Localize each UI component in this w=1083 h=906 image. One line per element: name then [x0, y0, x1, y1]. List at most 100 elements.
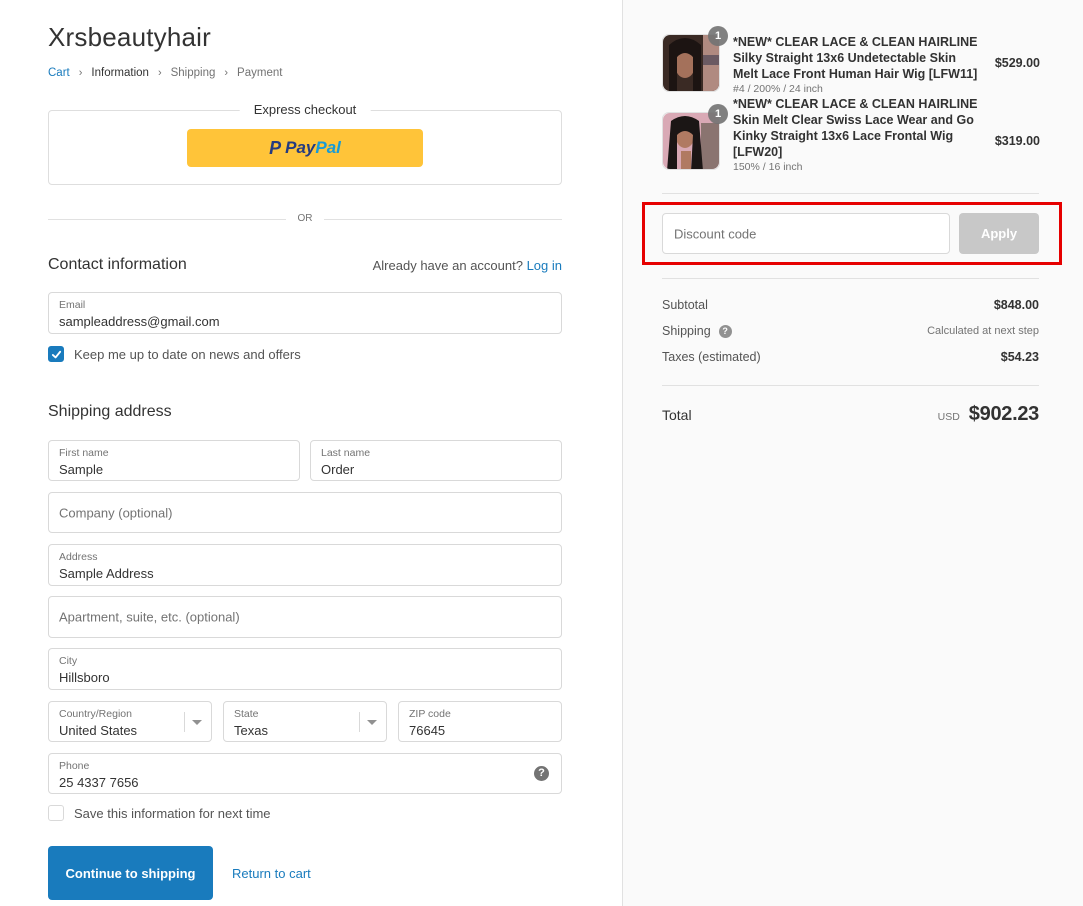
- login-link[interactable]: Log in: [527, 258, 562, 273]
- product-name: *NEW* CLEAR LACE & CLEAN HAIRLINE Silky …: [733, 34, 978, 96]
- product-thumbnail: 1: [662, 26, 728, 92]
- email-label: Email: [59, 299, 86, 311]
- phone-value[interactable]: 25 4337 7656: [59, 775, 139, 790]
- state-select[interactable]: State Texas: [223, 701, 387, 742]
- country-select[interactable]: Country/Region United States: [48, 701, 212, 742]
- return-to-cart-link[interactable]: Return to cart: [232, 866, 311, 881]
- email-value[interactable]: sampleaddress@gmail.com: [59, 314, 220, 329]
- continue-to-shipping-button[interactable]: Continue to shipping: [48, 846, 213, 900]
- address-label: Address: [59, 551, 98, 563]
- phone-field[interactable]: Phone 25 4337 7656 ?: [48, 753, 562, 794]
- divider: [662, 385, 1039, 386]
- state-value[interactable]: Texas: [234, 723, 268, 738]
- country-label: Country/Region: [59, 708, 132, 720]
- discount-code-placeholder: Discount code: [674, 226, 757, 241]
- product-title: *NEW* CLEAR LACE & CLEAN HAIRLINE Skin M…: [733, 97, 978, 159]
- last-name-value[interactable]: Order: [321, 462, 354, 477]
- product-variant: #4 / 200% / 24 inch: [733, 83, 823, 95]
- address-field[interactable]: Address Sample Address: [48, 544, 562, 586]
- first-name-value[interactable]: Sample: [59, 462, 103, 477]
- breadcrumb-information: Information: [91, 67, 149, 79]
- shipping-label: Shipping: [662, 324, 711, 338]
- save-info-checkbox[interactable]: [48, 805, 64, 821]
- paypal-button[interactable]: P PayPal: [187, 129, 423, 167]
- apartment-placeholder: Apartment, suite, etc. (optional): [59, 609, 240, 625]
- paypal-text-pal: Pal: [315, 138, 341, 157]
- product-name: *NEW* CLEAR LACE & CLEAN HAIRLINE Skin M…: [733, 96, 978, 174]
- product-thumbnail: 1: [662, 104, 728, 170]
- shop-name[interactable]: Xrsbeautyhair: [48, 22, 211, 53]
- breadcrumb-payment: Payment: [237, 67, 283, 79]
- discount-code-input[interactable]: Discount code: [662, 213, 950, 254]
- divider: [662, 193, 1039, 194]
- taxes-value: $54.23: [1000, 350, 1039, 364]
- phone-label: Phone: [59, 760, 90, 772]
- chevron-down-icon[interactable]: [192, 720, 202, 725]
- address-value[interactable]: Sample Address: [59, 566, 154, 581]
- city-label: City: [59, 655, 78, 667]
- product-title: *NEW* CLEAR LACE & CLEAN HAIRLINE Silky …: [733, 35, 978, 81]
- zip-label: ZIP code: [409, 708, 451, 720]
- company-placeholder: Company (optional): [59, 505, 173, 520]
- account-prompt-text: Already have an account?: [372, 258, 523, 273]
- last-name-field[interactable]: Last name Order: [310, 440, 562, 481]
- express-checkout: Express checkout P PayPal: [48, 102, 562, 185]
- line-item: 1 *NEW* CLEAR LACE & CLEAN HAIRLINE Skin…: [662, 97, 1040, 173]
- newsletter-checkbox-row[interactable]: Keep me up to date on news and offers: [48, 346, 301, 362]
- taxes-row: Taxes (estimated) $54.23: [662, 350, 1039, 364]
- newsletter-label: Keep me up to date on news and offers: [74, 346, 301, 362]
- save-info-checkbox-row[interactable]: Save this information for next time: [48, 805, 271, 821]
- line-item: 1 *NEW* CLEAR LACE & CLEAN HAIRLINE Silk…: [662, 26, 1040, 95]
- chevron-right-icon: ›: [224, 67, 229, 79]
- city-field[interactable]: City Hillsboro: [48, 648, 562, 690]
- taxes-label: Taxes (estimated): [662, 350, 761, 364]
- express-checkout-title: Express checkout: [239, 102, 371, 117]
- save-info-label: Save this information for next time: [74, 805, 271, 821]
- account-prompt: Already have an account? Log in: [373, 258, 562, 273]
- shipping-label-wrap: Shipping ?: [662, 324, 732, 338]
- first-name-label: First name: [59, 447, 109, 459]
- divider-line: [48, 219, 286, 220]
- total-amount: USD $902.23: [937, 403, 1040, 426]
- last-name-label: Last name: [321, 447, 371, 459]
- select-divider: [359, 712, 360, 732]
- shipping-row: Shipping ? Calculated at next step: [662, 324, 1039, 338]
- contact-info-title: Contact information: [48, 256, 187, 273]
- divider: [662, 278, 1039, 279]
- currency-code: USD: [937, 411, 960, 423]
- subtotal-row: Subtotal $848.00: [662, 298, 1039, 312]
- checkmark-icon: [51, 350, 61, 358]
- country-value[interactable]: United States: [59, 723, 137, 738]
- paypal-logo: P PayPal: [269, 138, 341, 159]
- quantity-badge: 1: [708, 26, 728, 46]
- first-name-field[interactable]: First name Sample: [48, 440, 300, 481]
- zip-field[interactable]: ZIP code 76645: [398, 701, 562, 742]
- paypal-icon: P: [269, 137, 282, 158]
- product-variant: 150% / 16 inch: [733, 161, 803, 173]
- subtotal-label: Subtotal: [662, 298, 708, 312]
- total-value: $902.23: [968, 403, 1040, 425]
- shipping-value: Calculated at next step: [927, 325, 1039, 337]
- breadcrumb-cart[interactable]: Cart: [48, 67, 70, 79]
- email-field[interactable]: Email sampleaddress@gmail.com: [48, 292, 562, 334]
- or-divider: OR: [48, 213, 562, 227]
- order-summary: 1 *NEW* CLEAR LACE & CLEAN HAIRLINE Silk…: [622, 0, 1083, 906]
- apartment-field[interactable]: Apartment, suite, etc. (optional): [48, 596, 562, 638]
- company-field[interactable]: Company (optional): [48, 492, 562, 533]
- product-price: $319.00: [994, 134, 1040, 148]
- product-price: $529.00: [994, 56, 1040, 70]
- chevron-right-icon: ›: [157, 67, 162, 79]
- newsletter-checkbox[interactable]: [48, 346, 64, 362]
- state-label: State: [234, 708, 259, 720]
- subtotal-value: $848.00: [993, 298, 1039, 312]
- apply-discount-button[interactable]: Apply: [959, 213, 1039, 254]
- zip-value[interactable]: 76645: [409, 723, 445, 738]
- select-divider: [184, 712, 185, 732]
- help-icon[interactable]: ?: [534, 766, 549, 781]
- chevron-right-icon: ›: [78, 67, 83, 79]
- chevron-down-icon[interactable]: [367, 720, 377, 725]
- breadcrumb-shipping: Shipping: [170, 67, 216, 79]
- or-label: OR: [297, 213, 313, 224]
- city-value[interactable]: Hillsboro: [59, 670, 110, 685]
- help-icon[interactable]: ?: [718, 324, 732, 338]
